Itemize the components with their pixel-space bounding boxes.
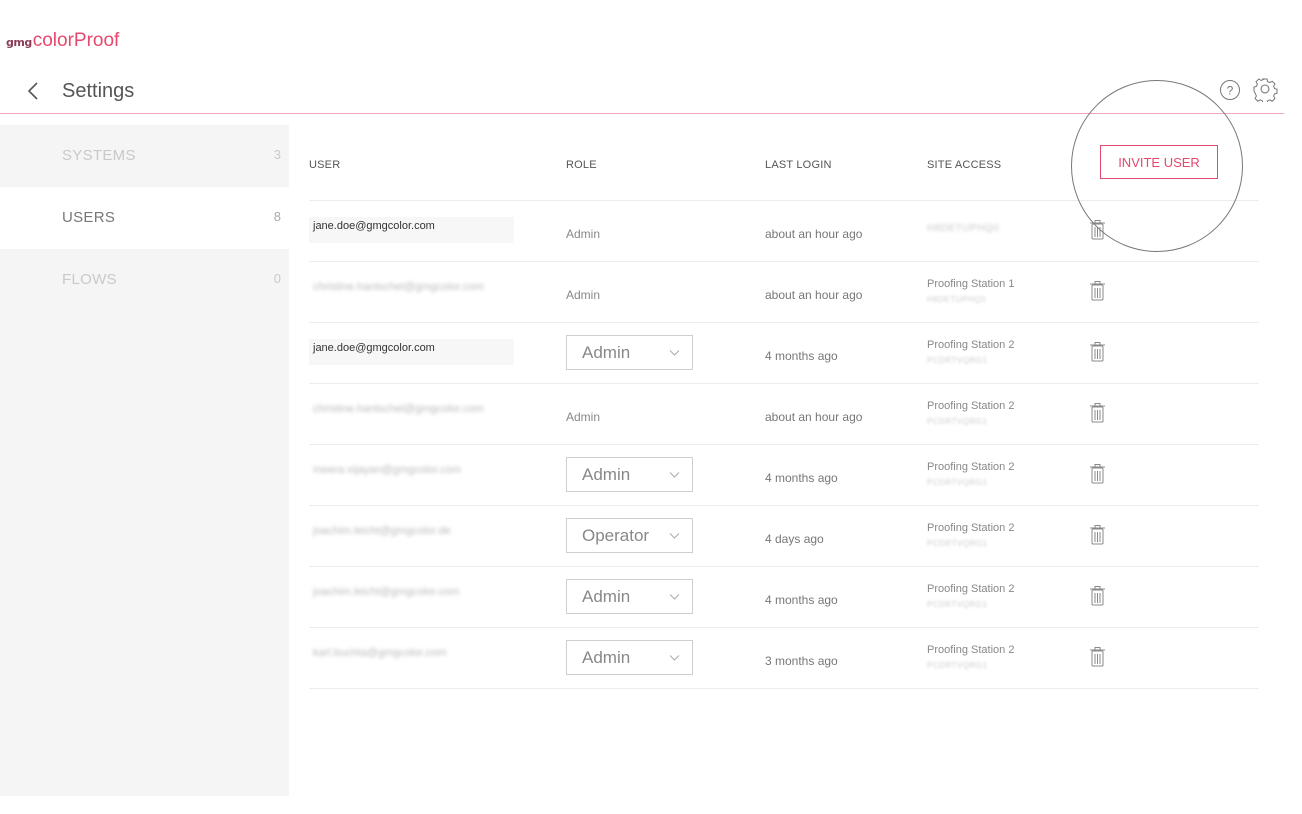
last-login: 3 months ago xyxy=(765,654,838,668)
column-header-role: ROLE xyxy=(566,159,597,171)
column-header-user: USER xyxy=(309,159,341,171)
last-login: 4 months ago xyxy=(765,349,838,363)
user-email: joachim.leicht@gmgcolor.de xyxy=(313,525,451,537)
site-id: PCDRTVQRG1 xyxy=(927,356,988,365)
site-name: Proofing Station 2 xyxy=(927,400,1015,412)
sidebar: SYSTEMS 3 USERS 8 FLOWS 0 xyxy=(0,125,289,796)
last-login: about an hour ago xyxy=(765,410,863,424)
user-email: jane.doe@gmgcolor.com xyxy=(309,217,514,243)
sidebar-item-label: FLOWS xyxy=(62,271,117,288)
chevron-down-icon xyxy=(669,594,680,600)
site-name: Proofing Station 2 xyxy=(927,644,1015,656)
sidebar-item-flows[interactable]: FLOWS 0 xyxy=(0,249,289,311)
invite-user-button[interactable]: INVITE USER xyxy=(1100,145,1218,179)
page-title: Settings xyxy=(62,80,135,102)
last-login: 4 days ago xyxy=(765,532,824,546)
chevron-down-icon xyxy=(669,472,680,478)
table-header: USER ROLE LAST LOGIN SITE ACCESS INVITE … xyxy=(309,125,1259,201)
role-select[interactable]: Admin xyxy=(566,640,693,675)
sidebar-item-count: 8 xyxy=(273,209,281,224)
user-email: karl.buchta@gmgcolor.com xyxy=(313,647,447,659)
trash-icon[interactable] xyxy=(1089,219,1106,241)
trash-icon[interactable] xyxy=(1089,524,1106,546)
sidebar-item-label: SYSTEMS xyxy=(62,147,136,164)
site-id: PCDRTVQRG1 xyxy=(927,539,988,548)
role-select[interactable]: Admin xyxy=(566,335,693,370)
trash-icon[interactable] xyxy=(1089,280,1106,302)
last-login: about an hour ago xyxy=(765,227,863,241)
table-row: karl.buchta@gmgcolor.com Admin 3 months … xyxy=(309,628,1259,689)
trash-icon[interactable] xyxy=(1089,646,1106,668)
app-logo: gmg colorProof xyxy=(6,22,119,52)
sidebar-item-count: 0 xyxy=(273,271,281,286)
trash-icon[interactable] xyxy=(1089,463,1106,485)
site-id: H8DETUPHQ0 xyxy=(927,295,986,304)
chevron-down-icon xyxy=(669,533,680,539)
chevron-down-icon xyxy=(669,350,680,356)
user-email: christine.hantschel@gmgcolor.com xyxy=(313,403,484,415)
help-circle-icon[interactable]: ? xyxy=(1219,79,1241,101)
trash-icon[interactable] xyxy=(1089,402,1106,424)
site-id: PCDRTVQRG1 xyxy=(927,600,988,609)
table-row: joachim.leicht@gmgcolor.de Operator 4 da… xyxy=(309,506,1259,567)
user-role: Admin xyxy=(566,410,601,424)
site-id: PCDRTVQRG1 xyxy=(927,661,988,670)
sidebar-item-count: 3 xyxy=(273,147,281,162)
table-row: christine.hantschel@gmgcolor.com Admin a… xyxy=(309,384,1259,445)
site-id: PCDRTVQRG1 xyxy=(927,478,988,487)
gear-icon[interactable] xyxy=(1253,77,1278,102)
svg-text:?: ? xyxy=(1227,84,1234,98)
chevron-down-icon xyxy=(669,655,680,661)
table-row: christine.hantschel@gmgcolor.com Admin a… xyxy=(309,262,1259,323)
table-row: joachim.leicht@gmgcolor.com Admin 4 mont… xyxy=(309,567,1259,628)
logo-name: colorProof xyxy=(32,30,120,51)
role-select-value: Admin xyxy=(582,465,631,484)
logo-gmg: gmg xyxy=(6,36,32,49)
column-header-last-login: LAST LOGIN xyxy=(765,159,832,171)
trash-icon[interactable] xyxy=(1089,341,1106,363)
site-name: Proofing Station 2 xyxy=(927,461,1015,473)
last-login: 4 months ago xyxy=(765,593,838,607)
role-select[interactable]: Admin xyxy=(566,579,693,614)
top-bar: gmg colorProof xyxy=(0,0,1302,60)
site-name: Proofing Station 2 xyxy=(927,522,1015,534)
sidebar-item-systems[interactable]: SYSTEMS 3 xyxy=(0,125,289,187)
role-select-value: Admin xyxy=(582,587,631,606)
role-select[interactable]: Operator xyxy=(566,518,693,553)
site-name: Proofing Station 1 xyxy=(927,278,1015,290)
site-name: Proofing Station 2 xyxy=(927,583,1015,595)
user-email: joachim.leicht@gmgcolor.com xyxy=(313,586,460,598)
role-select[interactable]: Admin xyxy=(566,457,693,492)
user-email: jane.doe@gmgcolor.com xyxy=(309,339,514,365)
table-row: meera.vijayan@gmgcolor.com Admin 4 month… xyxy=(309,445,1259,506)
user-email: meera.vijayan@gmgcolor.com xyxy=(313,464,462,476)
user-role: Admin xyxy=(566,288,601,302)
settings-header: Settings ? xyxy=(0,70,1284,114)
last-login: 4 months ago xyxy=(765,471,838,485)
last-login: about an hour ago xyxy=(765,288,863,302)
column-header-site-access: SITE ACCESS xyxy=(927,159,1002,171)
user-role: Admin xyxy=(566,227,601,241)
site-id: PCDRTVQRG1 xyxy=(927,417,988,426)
chevron-left-icon[interactable] xyxy=(24,80,44,102)
site-id: H8DETUPHQ0 xyxy=(927,223,1000,234)
sidebar-item-users[interactable]: USERS 8 xyxy=(0,187,289,249)
role-select-value: Admin xyxy=(582,343,631,362)
user-email: christine.hantschel@gmgcolor.com xyxy=(313,281,484,293)
role-select-value: Admin xyxy=(582,648,631,667)
sidebar-item-label: USERS xyxy=(62,209,116,226)
trash-icon[interactable] xyxy=(1089,585,1106,607)
site-name: Proofing Station 2 xyxy=(927,339,1015,351)
table-row: jane.doe@gmgcolor.com Admin about an hou… xyxy=(309,201,1259,262)
role-select-value: Operator xyxy=(582,526,650,545)
table-row: jane.doe@gmgcolor.com Admin 4 months ago… xyxy=(309,323,1259,384)
